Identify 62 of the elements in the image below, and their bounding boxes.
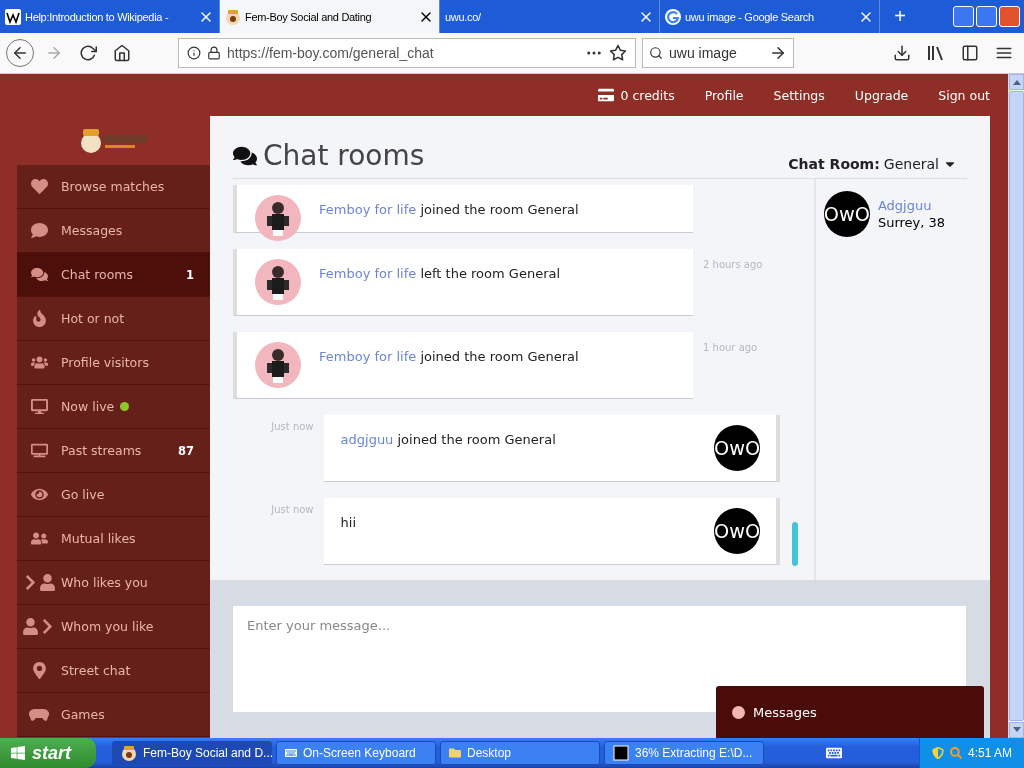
message-text: adgjguu joined the room General [340, 431, 557, 449]
user-link[interactable]: Femboy for life [319, 202, 417, 217]
messages-popup[interactable]: Messages [716, 686, 984, 738]
sidebar-item[interactable]: Profile visitors [17, 341, 210, 385]
sidebar-item[interactable]: Past streams 87 [17, 429, 210, 473]
count-label: 1 [186, 267, 194, 282]
message-text: Femboy for life left the room General [319, 265, 562, 283]
sidebar-item[interactable]: Street chat [17, 649, 210, 693]
sidebar-label: Hot or not [61, 311, 125, 326]
start-button[interactable]: start [0, 738, 96, 768]
sidebar-item[interactable]: Chat rooms 1 [17, 253, 210, 297]
message-time: 2 hours ago [703, 258, 763, 270]
sidebar-label: Past streams [61, 443, 142, 458]
sidebar-label: Messages [61, 223, 123, 238]
sidebar-item[interactable]: Mutual likes [17, 517, 210, 561]
message-text: Femboy for life joined the room General [319, 201, 580, 219]
credits-link[interactable]: 0 credits [598, 87, 675, 103]
message-text: Femboy for life joined the room General [319, 348, 580, 366]
user-info: Surrey, 38 [877, 215, 946, 230]
sidebar-item[interactable]: Hot or not [17, 297, 210, 341]
avatar: OwO [714, 425, 761, 471]
taskbar-button[interactable]: Fem-Boy Social and D... [112, 741, 272, 765]
message-time: Just now [269, 503, 314, 515]
sidebar-label: Browse matches [61, 179, 165, 194]
taskbar-button[interactable]: On-Screen Keyboard [276, 741, 436, 765]
avatar: OwO [714, 508, 761, 554]
user-link[interactable]: Femboy for life [319, 266, 417, 281]
sidebar-label: Profile visitors [61, 355, 149, 370]
sidebar-label: Chat rooms [61, 267, 134, 282]
sidebar-label: Now live [61, 399, 115, 414]
page-title: Chat rooms [233, 139, 425, 172]
sidebar-label: Who likes you [61, 575, 148, 590]
sidebar-item[interactable]: Now live [17, 385, 210, 429]
nav-link[interactable]: Sign out [938, 87, 990, 103]
taskbar-button[interactable]: Desktop [440, 741, 600, 765]
taskbar-button[interactable]: 36% Extracting E:\D... [604, 741, 764, 765]
user-link[interactable]: Femboy for life [319, 349, 417, 364]
room-dropdown[interactable]: Chat Room: General [788, 156, 957, 172]
sidebar-label: Go live [61, 487, 105, 502]
clock: 4:51 AM [967, 746, 1012, 760]
sidebar-label: Mutual likes [61, 531, 136, 546]
sidebar-item[interactable]: Go live [17, 473, 210, 517]
avatar: OwO [823, 191, 870, 237]
address-bar[interactable]: https://fem-boy.com/general_chat [178, 38, 636, 68]
message-time: 1 hour ago [703, 341, 758, 353]
sidebar-label: Street chat [61, 663, 131, 678]
sidebar-item[interactable]: Games [17, 693, 210, 737]
user-link[interactable]: Adgjguu [877, 198, 946, 213]
nav-link[interactable]: Profile [704, 87, 744, 103]
sidebar-label: Games [61, 707, 105, 722]
message-text: hii [340, 514, 357, 532]
nav-link[interactable]: Upgrade [854, 87, 909, 103]
nav-link[interactable]: Settings [773, 87, 825, 103]
user-link[interactable]: adgjguu [340, 432, 394, 447]
message-time: Just now [269, 420, 314, 432]
new-tab-button[interactable]: + [880, 0, 920, 33]
browser-tab[interactable]: Fem-Boy Social and Dating [220, 0, 440, 33]
sidebar-item[interactable]: Messages [17, 209, 210, 253]
sidebar-label: Whom you like [61, 619, 154, 634]
sidebar-item[interactable]: Browse matches [17, 165, 210, 209]
count-label: 87 [178, 443, 194, 458]
search-field[interactable]: uwu image [642, 38, 794, 68]
